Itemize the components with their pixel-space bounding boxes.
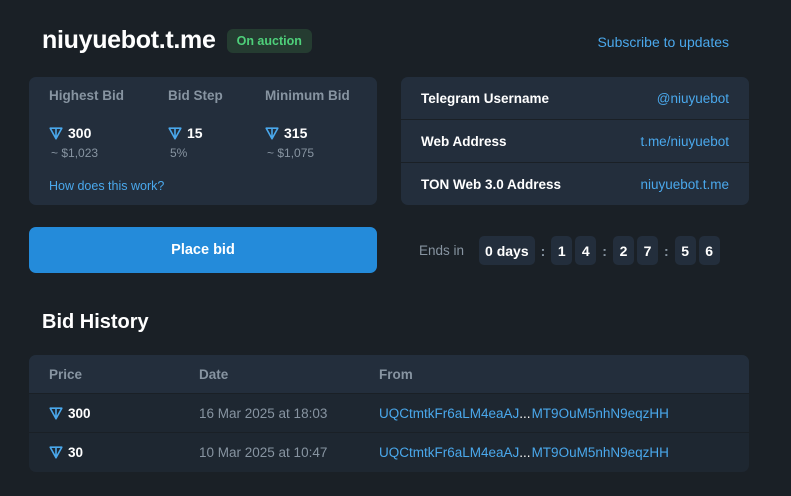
bid-history-title: Bid History [42, 311, 149, 333]
bid-price-value: 300 [68, 405, 91, 421]
address-end: MT9OuM5nhN9eqzHH [531, 405, 669, 421]
info-value-link[interactable]: niuyuebot.t.me [640, 177, 729, 192]
bid-date: 16 Mar 2025 at 18:03 [199, 405, 328, 421]
info-key: TON Web 3.0 Address [421, 177, 562, 192]
status-badge: On auction [226, 28, 312, 53]
countdown-hours: 1 4 [551, 236, 597, 265]
bid-step-amount: 15 [187, 125, 203, 141]
bid-price-value: 30 [68, 444, 84, 460]
highest-bid-value: 300 [49, 125, 124, 141]
minimum-bid-value: 315 [265, 125, 350, 141]
column-header-price: Price [49, 366, 83, 382]
countdown-separator: : [602, 242, 607, 259]
countdown-digit: 2 [612, 236, 634, 265]
bid-step-label: Bid Step [168, 88, 223, 103]
countdown-digit: 4 [575, 236, 597, 265]
ton-diamond-icon [49, 406, 63, 420]
ton-diamond-icon [265, 126, 279, 140]
ton-diamond-icon [168, 126, 182, 140]
info-row-username: Telegram Username @niuyuebot [401, 77, 749, 120]
ton-diamond-icon [49, 126, 63, 140]
highest-bid-label: Highest Bid [49, 88, 125, 103]
highest-bid-usd: ~ $1,023 [51, 146, 99, 160]
address-start: UQCtmtkFr6aLM4eaAJ [379, 444, 520, 460]
info-row-ton-address: TON Web 3.0 Address niuyuebot.t.me [401, 163, 749, 206]
bid-date: 10 Mar 2025 at 10:47 [199, 444, 328, 460]
ton-diamond-icon [49, 445, 63, 459]
table-row: 30 10 Mar 2025 at 10:47 UQCtmtkFr6aLM4ea… [29, 432, 749, 471]
address-ellipsis: ... [519, 405, 531, 421]
highest-bid: Highest Bid 300 ~ $1,023 [49, 88, 124, 160]
countdown-seconds: 5 6 [674, 236, 720, 265]
bid-step: Bid Step 15 5% [168, 88, 223, 160]
column-header-date: Date [199, 366, 229, 382]
countdown-days: 0 days [479, 236, 535, 265]
bid-step-percent: 5% [170, 146, 188, 160]
info-row-web-address: Web Address t.me/niuyuebot [401, 120, 749, 163]
countdown-digit: 6 [698, 236, 720, 265]
info-key: Telegram Username [421, 90, 550, 106]
table-header: Price Date From [29, 355, 749, 393]
bid-history-table: Price Date From 300 16 Mar 2025 at 18:03… [29, 355, 749, 472]
minimum-bid-amount: 315 [284, 125, 308, 141]
how-does-this-work-link[interactable]: How does this work? [49, 179, 164, 193]
table-row: 300 16 Mar 2025 at 18:03 UQCtmtkFr6aLM4e… [29, 393, 749, 432]
address-end: MT9OuM5nhN9eqzHH [531, 444, 669, 460]
info-card: Telegram Username @niuyuebot Web Address… [401, 77, 749, 205]
countdown: Ends in 0 days : 1 4 : 2 7 : 5 6 [419, 236, 720, 265]
bid-price: 300 [29, 406, 199, 421]
minimum-bid: Minimum Bid 315 ~ $1,075 [265, 88, 350, 160]
bid-price: 30 [29, 445, 199, 460]
ends-in-label: Ends in [419, 243, 465, 258]
bid-step-value: 15 [168, 125, 223, 141]
countdown-separator: : [540, 242, 546, 259]
column-header-from: From [379, 366, 413, 382]
subscribe-link[interactable]: Subscribe to updates [597, 34, 729, 50]
header: niuyuebot.t.me On auction [42, 26, 312, 55]
bid-stats-card: Highest Bid 300 ~ $1,023 Bid Step 15 5% … [29, 77, 377, 205]
info-value-link[interactable]: t.me/niuyuebot [640, 134, 729, 149]
bidder-address-link[interactable]: UQCtmtkFr6aLM4eaAJ ... MT9OuM5nhN9eqzHH [379, 445, 669, 460]
bidder-address-link[interactable]: UQCtmtkFr6aLM4eaAJ ... MT9OuM5nhN9eqzHH [379, 406, 669, 421]
countdown-digit: 7 [636, 236, 658, 265]
highest-bid-amount: 300 [68, 125, 92, 141]
countdown-digit: 1 [551, 236, 573, 265]
countdown-digit: 5 [674, 236, 696, 265]
address-start: UQCtmtkFr6aLM4eaAJ [379, 405, 520, 421]
address-ellipsis: ... [519, 444, 531, 460]
info-key: Web Address [421, 133, 507, 149]
countdown-minutes: 2 7 [612, 236, 658, 265]
place-bid-button[interactable]: Place bid [29, 227, 377, 273]
countdown-separator: : [663, 242, 669, 259]
info-value-link[interactable]: @niuyuebot [657, 91, 729, 106]
minimum-bid-label: Minimum Bid [265, 88, 350, 103]
page-title: niuyuebot.t.me [42, 26, 216, 54]
minimum-bid-usd: ~ $1,075 [267, 146, 315, 160]
